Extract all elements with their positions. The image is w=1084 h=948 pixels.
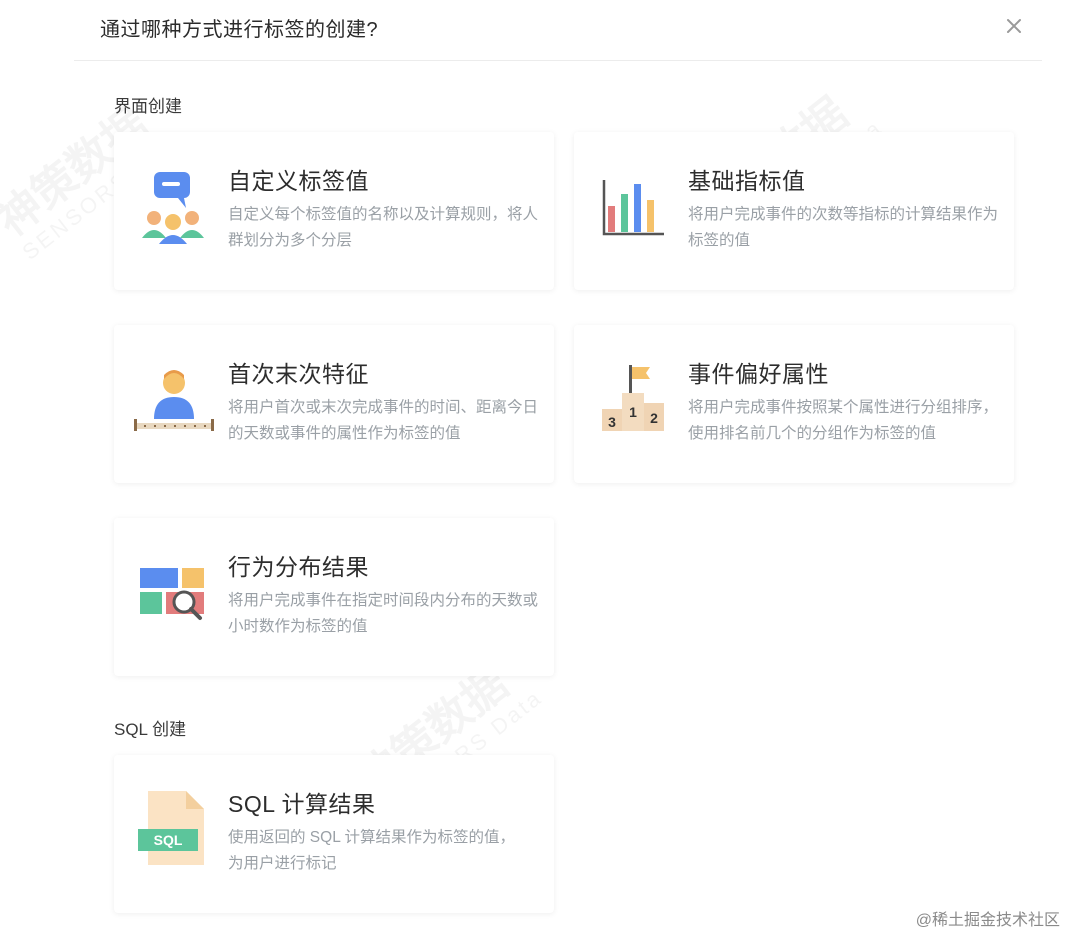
podium-icon: 1 2 3: [594, 357, 674, 437]
card-event-preference[interactable]: 1 2 3 事件偏好属性 将用户完成事件按照某个属性进行分组排序，使用排名前几个…: [574, 325, 1014, 483]
card-title: SQL 计算结果: [228, 791, 376, 817]
header-divider: [74, 60, 1042, 61]
source-watermark: @稀土掘金技术社区: [915, 912, 1060, 929]
card-description: 将用户完成事件在指定时间段内分布的天数或小时数作为标签的值: [228, 592, 539, 635]
card-description: 将用户首次或末次完成事件的时间、距离今日的天数或事件的属性作为标签的值: [228, 399, 539, 442]
dialog-title: 通过哪种方式进行标签的创建?: [100, 19, 379, 41]
card-description: 将用户完成事件的次数等指标的计算结果作为标签的值: [688, 206, 999, 249]
grid-search-icon: [134, 550, 214, 630]
card-sql-result[interactable]: SQL SQL 计算结果 使用返回的 SQL 计算结果作为标签的值，为用户进行标…: [114, 755, 554, 913]
svg-text:3: 3: [608, 414, 616, 430]
card-custom-tag-value[interactable]: 自定义标签值 自定义每个标签值的名称以及计算规则，将人群划分为多个分层: [114, 132, 554, 290]
card-behavior-distribution[interactable]: 行为分布结果 将用户完成事件在指定时间段内分布的天数或小时数作为标签的值: [114, 518, 554, 676]
card-title: 基础指标值: [688, 168, 806, 194]
card-description: 将用户完成事件按照某个属性进行分组排序，使用排名前几个的分组作为标签的值: [688, 399, 999, 442]
card-title: 事件偏好属性: [688, 361, 829, 387]
people-chat-icon: [134, 164, 214, 244]
card-first-last-feature[interactable]: 首次末次特征 将用户首次或末次完成事件的时间、距离今日的天数或事件的属性作为标签…: [114, 325, 554, 483]
svg-text:1: 1: [629, 404, 637, 420]
card-title: 首次末次特征: [228, 361, 369, 387]
card-description: 自定义每个标签值的名称以及计算规则，将人群划分为多个分层: [228, 206, 539, 249]
svg-text:SQL: SQL: [154, 832, 183, 848]
sql-file-icon: SQL: [134, 787, 214, 867]
close-button[interactable]: [1000, 12, 1028, 40]
user-timeline-icon: [134, 357, 214, 437]
card-title: 自定义标签值: [228, 168, 369, 194]
card-basic-metric-value[interactable]: 基础指标值 将用户完成事件的次数等指标的计算结果作为标签的值: [574, 132, 1014, 290]
section-title-ui: 界面创建: [114, 97, 182, 116]
bar-chart-icon: [594, 164, 674, 244]
section-title-sql: SQL 创建: [114, 720, 187, 739]
card-description: 使用返回的 SQL 计算结果作为标签的值，为用户进行标记: [228, 829, 516, 872]
card-title: 行为分布结果: [228, 554, 369, 580]
close-icon: [1007, 19, 1021, 33]
svg-text:2: 2: [650, 410, 658, 426]
